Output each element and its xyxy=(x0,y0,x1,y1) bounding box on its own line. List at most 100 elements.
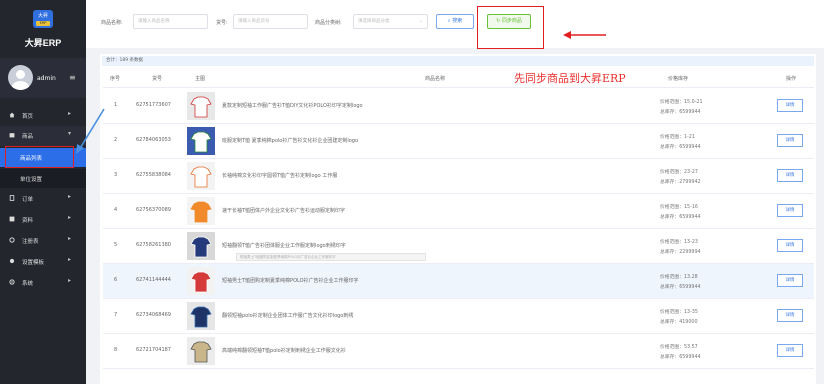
category-select-placeholder: 请选择商品分类 xyxy=(358,19,390,24)
sidebar-item-label: 单位设置 xyxy=(20,177,43,183)
product-thumbnail xyxy=(187,302,215,330)
sidebar-item-templates[interactable]: 设置模板 ▸ xyxy=(0,252,86,272)
logo-text: 大昇 xyxy=(37,13,48,19)
row-detail-button[interactable]: 详情 xyxy=(777,344,803,357)
price-value: 15-16 xyxy=(684,205,698,210)
table-row: 7 62734068469 翻领短袖polo衫定制企业团体工作服广告文化衫印logo… xyxy=(103,299,814,333)
price-prefix: 价格范围： xyxy=(660,345,684,350)
row-price: 价格范围：13.28 xyxy=(660,273,698,280)
table-row: 8 62721704187 高端纯棉翻领短袖T恤polo衫定制刺绣企业工作服文化衫 价… xyxy=(103,334,814,368)
row-product-name[interactable]: 长袖纯棉文化衫印字圆领T恤广告衫定制logo 工作服 xyxy=(222,172,337,179)
row-product-name[interactable]: 班服定制T恤 夏季纯棉polo衫广告衫文化衫企业团建定制logo xyxy=(222,137,358,144)
annotation-arrow-sync xyxy=(563,31,606,39)
product-thumbnail xyxy=(187,162,215,190)
stock-prefix: 总库存： xyxy=(660,180,680,185)
category-select[interactable]: 请选择商品分类 ⌄ xyxy=(353,14,428,29)
row-stock: 总库存：6599944 xyxy=(660,143,701,150)
price-prefix: 价格范围： xyxy=(660,170,684,175)
menu-toggle-icon[interactable]: ≡ xyxy=(69,73,76,82)
row-price: 价格范围：13-35 xyxy=(660,308,698,315)
col-header-code: 货号 xyxy=(152,76,163,82)
row-detail-button[interactable]: 详情 xyxy=(777,169,803,182)
row-detail-button[interactable]: 详情 xyxy=(777,274,803,287)
app-logo: 大昇 ERP xyxy=(33,10,53,28)
row-detail-button[interactable]: 详情 xyxy=(777,134,803,147)
row-stock: 总库存：6599944 xyxy=(660,213,701,220)
home-icon xyxy=(9,112,15,118)
chevron-right-icon: ▸ xyxy=(68,235,72,242)
row-price: 价格范围：23-27 xyxy=(660,168,698,175)
chevron-right-icon: ▸ xyxy=(68,214,72,221)
sidebar-item-data[interactable]: 资料 ▸ xyxy=(0,210,86,230)
user-panel: admin ≡ xyxy=(0,58,86,98)
product-thumbnail xyxy=(187,232,215,260)
price-prefix: 价格范围： xyxy=(660,100,684,105)
row-code: 62756370089 xyxy=(136,207,171,213)
annotation-arrow-menu xyxy=(76,108,105,154)
product-name-label: 商品名称: xyxy=(101,20,123,26)
row-code: 62755838084 xyxy=(136,172,171,178)
chevron-right-icon: ▸ xyxy=(68,277,72,284)
stock-value: 6599944 xyxy=(679,285,701,290)
price-value: 53.57 xyxy=(684,345,698,350)
avatar[interactable] xyxy=(8,65,33,90)
row-code: 62784063053 xyxy=(136,137,171,143)
name-tooltip: 短袖男士T恤团购定制夏季纯棉POLO衫广告衫企业工作服印字 xyxy=(236,253,426,261)
search-icon: ⌕ xyxy=(447,18,451,24)
row-product-name[interactable]: 短袖男士T恤团购定制夏季纯棉POLO衫广告衫企业工作服印字 xyxy=(222,277,359,284)
sidebar-item-label: 设置模板 xyxy=(22,260,45,266)
sidebar-item-orders[interactable]: 订单 ▸ xyxy=(0,189,86,209)
row-code: 62741144444 xyxy=(136,277,171,283)
row-product-name[interactable]: 高端纯棉翻领短袖T恤polo衫定制刺绣企业工作服文化衫 xyxy=(222,347,346,354)
price-value: 13-23 xyxy=(684,240,698,245)
stock-prefix: 总库存： xyxy=(660,110,680,115)
row-detail-button[interactable]: 详情 xyxy=(777,99,803,112)
row-code: 62751773607 xyxy=(136,102,171,108)
price-value: 1-21 xyxy=(684,135,695,140)
chevron-right-icon: ▸ xyxy=(68,256,72,263)
annotation-box-menu xyxy=(5,146,74,168)
col-header-image: 主图 xyxy=(195,76,206,82)
sidebar-item-label: 首页 xyxy=(22,114,34,120)
template-icon xyxy=(9,258,15,264)
chevron-right-icon: ▸ xyxy=(68,110,72,117)
box-icon xyxy=(9,133,15,138)
sidebar-item-registry[interactable]: 注册表 ▸ xyxy=(0,231,86,251)
row-stock: 总库存：419000 xyxy=(660,318,698,325)
chevron-down-icon: ▾ xyxy=(68,130,72,137)
product-code-input[interactable]: 请输入商品货号 xyxy=(233,14,308,29)
data-icon xyxy=(9,216,15,222)
row-detail-button[interactable]: 详情 xyxy=(777,309,803,322)
product-code-label: 货号: xyxy=(216,20,228,26)
product-name-input[interactable]: 请输入商品名称 xyxy=(133,14,208,29)
price-prefix: 价格范围： xyxy=(660,240,684,245)
row-product-name[interactable]: 短袖翻领T恤广告衫团体服企业工作服定制logo刺绣印字 xyxy=(222,242,346,249)
row-index: 5 xyxy=(114,242,118,248)
order-icon xyxy=(9,195,15,201)
row-product-name[interactable]: 速干长袖T恤团体户外企业文化衫广告衫运动服定制印字 xyxy=(222,207,345,214)
row-detail-button[interactable]: 详情 xyxy=(777,239,803,252)
row-product-name[interactable]: 翻领短袖polo衫定制企业团体工作服广告文化衫印logo刺绣 xyxy=(222,312,353,319)
row-price: 价格范围：1-21 xyxy=(660,133,695,140)
sidebar-item-system[interactable]: 系统 ▸ xyxy=(0,273,86,293)
stock-value: 2299994 xyxy=(679,250,701,255)
row-stock: 总库存：2799942 xyxy=(660,178,701,185)
col-header-price-stock: 价格库存 xyxy=(668,76,689,82)
price-prefix: 价格范围： xyxy=(660,310,684,315)
product-thumbnail xyxy=(187,92,215,120)
row-code: 62721704187 xyxy=(136,347,171,353)
row-index: 8 xyxy=(114,347,118,353)
row-index: 4 xyxy=(114,207,118,213)
sidebar-subitem-unit-settings[interactable]: 单位设置 xyxy=(0,169,86,188)
row-product-name[interactable]: 夏款定制短袖工作服广告衫T恤DIY文化衫POLO衫印字定制logo xyxy=(222,102,363,109)
stock-value: 6599944 xyxy=(679,110,701,115)
row-detail-button[interactable]: 详情 xyxy=(777,204,803,217)
sidebar-item-label: 资料 xyxy=(22,218,34,224)
product-thumbnail xyxy=(187,197,215,225)
search-button-label: 搜索 xyxy=(452,18,463,24)
sidebar-item-label: 系统 xyxy=(22,281,34,287)
stock-prefix: 总库存： xyxy=(660,320,680,325)
row-stock: 总库存：6599944 xyxy=(660,353,701,360)
search-button[interactable]: ⌕ 搜索 xyxy=(436,14,474,29)
header-divider xyxy=(103,87,814,88)
